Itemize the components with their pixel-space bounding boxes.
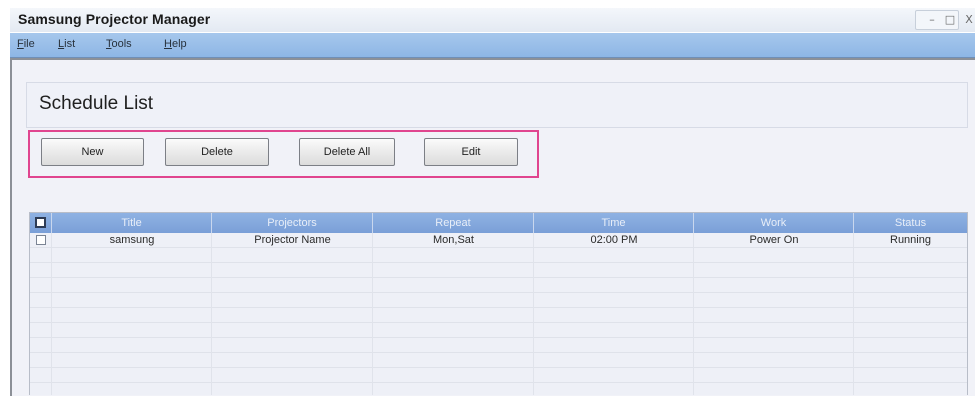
cell-time: 02:00 PM — [590, 234, 638, 246]
delete-button[interactable]: Delete — [165, 138, 269, 166]
column-divider — [693, 233, 694, 395]
cell-status: Running — [890, 234, 931, 246]
page-title: Schedule List — [39, 93, 154, 114]
menu-bar: File List Tools Help — [10, 33, 975, 58]
column-divider — [533, 233, 534, 395]
close-button[interactable]: X — [961, 11, 975, 28]
maximize-button[interactable]: □ — [941, 11, 959, 28]
row-checkbox[interactable] — [36, 235, 46, 245]
column-header-time[interactable]: Time — [534, 213, 694, 233]
empty-row — [30, 263, 967, 278]
empty-row — [30, 308, 967, 323]
title-bar: Samsung Projector Manager – □ X — [10, 8, 975, 32]
select-all-checkbox[interactable] — [35, 217, 46, 228]
column-divider — [372, 233, 373, 395]
empty-row — [30, 248, 967, 263]
column-header-repeat[interactable]: Repeat — [373, 213, 534, 233]
menu-list[interactable]: List — [58, 38, 75, 50]
empty-row — [30, 278, 967, 293]
column-divider — [51, 233, 52, 395]
cell-title: samsung — [109, 234, 155, 246]
empty-row — [30, 338, 967, 353]
empty-row — [30, 293, 967, 308]
new-button[interactable]: New — [41, 138, 144, 166]
cell-projectors: Projector Name — [254, 234, 331, 246]
column-header-projectors[interactable]: Projectors — [212, 213, 373, 233]
column-divider — [211, 233, 212, 395]
menu-help[interactable]: Help — [164, 38, 187, 50]
column-divider — [853, 233, 854, 395]
schedule-list-panel: Schedule List — [26, 82, 968, 128]
empty-row — [30, 383, 967, 395]
empty-row — [30, 323, 967, 338]
window-title: Samsung Projector Manager — [18, 11, 211, 27]
empty-row — [30, 353, 967, 368]
cell-repeat: Mon,Sat — [433, 234, 474, 246]
menu-file[interactable]: File — [17, 38, 35, 50]
schedule-table: Title Projectors Repeat Time Work Status… — [29, 212, 968, 395]
cell-work: Power On — [749, 234, 799, 246]
menu-tools[interactable]: Tools — [106, 38, 132, 50]
minimize-button[interactable]: – — [923, 11, 941, 28]
table-row[interactable]: samsung Projector Name Mon,Sat 02:00 PM … — [30, 233, 967, 248]
column-header-title[interactable]: Title — [52, 213, 212, 233]
empty-row — [30, 368, 967, 383]
delete-all-button[interactable]: Delete All — [299, 138, 395, 166]
table-header: Title Projectors Repeat Time Work Status — [30, 213, 967, 233]
column-header-status[interactable]: Status — [854, 213, 967, 233]
edit-button[interactable]: Edit — [424, 138, 518, 166]
header-select-cell — [30, 213, 52, 233]
column-header-work[interactable]: Work — [694, 213, 854, 233]
